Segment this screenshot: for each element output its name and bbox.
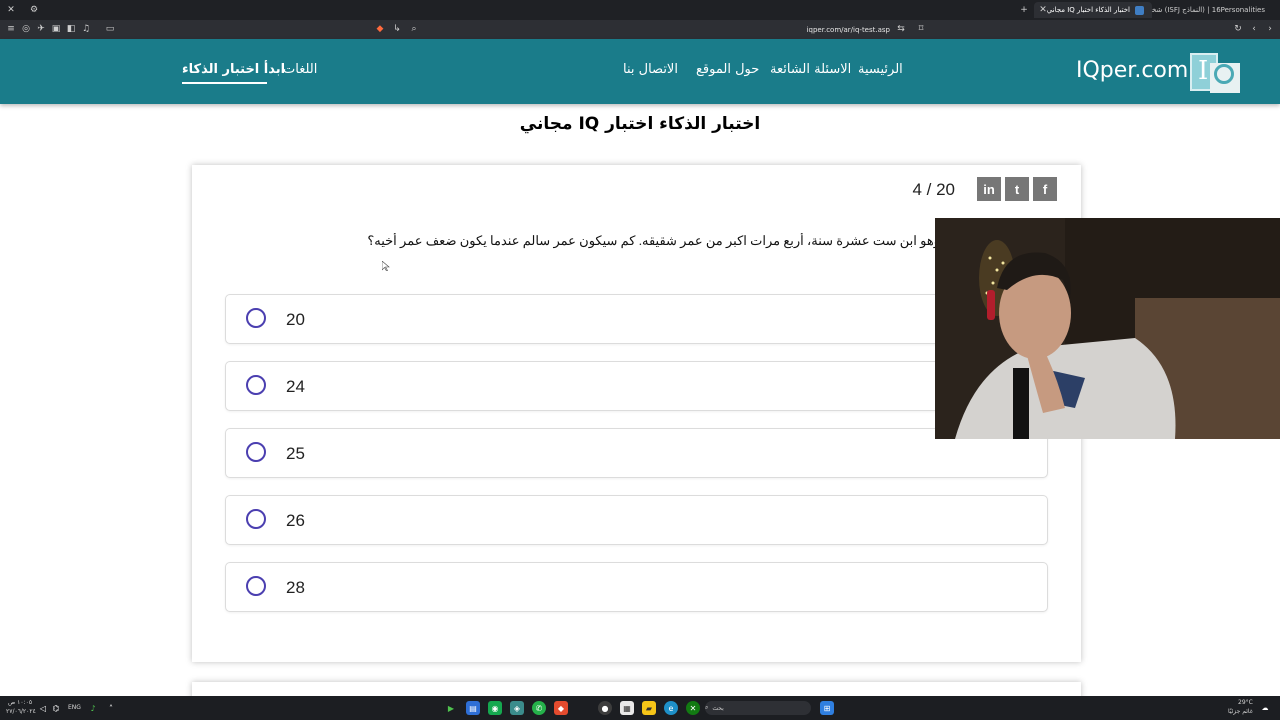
weather-icon[interactable]: ☁ (1258, 701, 1272, 715)
language-indicator[interactable]: ENG (68, 704, 81, 711)
reload-icon[interactable]: ↻ (1232, 23, 1244, 35)
wallet-icon[interactable]: ▣ (50, 23, 62, 35)
xbox-icon[interactable]: ✕ (686, 701, 700, 715)
shield-icon[interactable]: ◎ (20, 23, 32, 35)
brave-browser-icon[interactable]: ◆ (554, 701, 568, 715)
file-manager-icon[interactable]: ▤ (466, 701, 480, 715)
answer-label: 26 (286, 511, 305, 530)
chevron-up-icon[interactable]: ˄ (104, 701, 118, 715)
close-window-icon[interactable]: ✕ (4, 3, 18, 17)
active-nav-underline (182, 82, 267, 84)
obs-icon[interactable]: ● (598, 701, 612, 715)
page-title: اختبار الذكاء اختبار IQ مجاني (519, 114, 761, 134)
mic-icon[interactable]: ♪ (86, 701, 100, 715)
folder-icon[interactable]: ▰ (642, 701, 656, 715)
volume-icon[interactable]: ◁ (36, 701, 50, 715)
rocket-icon[interactable]: ✈ (35, 23, 47, 35)
new-tab-button[interactable]: + (1017, 3, 1031, 17)
forward-icon[interactable]: › (1264, 23, 1276, 35)
weather-desc: غائم جزئيًا (1228, 708, 1253, 715)
site-logo-icon[interactable]: I (1190, 53, 1240, 93)
tab-16personalities[interactable]: 16Personalities | (النماذج ISFJ) شخصية (1152, 2, 1278, 18)
app-icon[interactable]: ◉ (488, 701, 502, 715)
answer-option[interactable]: 24 (225, 361, 1048, 411)
radio-button[interactable] (246, 576, 266, 596)
logo-letter: I (1198, 56, 1209, 86)
sidebar-icon[interactable]: ◧ (65, 23, 77, 35)
clock-time[interactable]: ١٠:٠٥ ص (8, 699, 32, 706)
radio-button[interactable] (246, 509, 266, 529)
window-icon[interactable]: ▭ (104, 23, 116, 35)
answer-option[interactable]: 28 (225, 562, 1048, 612)
whatsapp-icon[interactable]: ✆ (532, 701, 546, 715)
address-bar[interactable]: iqper.com/ar/iq-test.asp (370, 22, 910, 37)
site-logo-text[interactable]: IQper.com (1076, 58, 1188, 83)
windows-taskbar: ☁ 29°C غائم جزئيًا ▶ ▤ ◉ ◈ ✆ ◆ ● ▦ ▰ e ✕… (0, 696, 1280, 720)
tab-title: اختبار الذكاء اختبار IQ مجاني (1046, 6, 1130, 14)
settings-icon[interactable]: ⚙ (27, 3, 41, 17)
app-icon[interactable]: ◈ (510, 701, 524, 715)
nav-languages[interactable]: اللغات (283, 62, 317, 77)
answer-label: 25 (286, 444, 305, 463)
answer-label: 20 (286, 310, 305, 329)
nav-home[interactable]: الرئيسية (858, 62, 903, 77)
clock-date[interactable]: ٢٧/٠٦/٢٠٢٤ (6, 708, 36, 715)
answer-label: 28 (286, 578, 305, 597)
tab-title: 16Personalities | (النماذج ISFJ) شخصية (1152, 6, 1265, 14)
back-icon[interactable]: ‹ (1248, 23, 1260, 35)
facebook-share-icon[interactable]: f (1033, 177, 1057, 201)
calendar-icon[interactable]: ▦ (620, 701, 634, 715)
close-tab-icon[interactable]: ✕ (1036, 3, 1050, 17)
nav-start-test[interactable]: ابدأ اختبار الذكاء (182, 62, 285, 77)
nav-about[interactable]: حول الموقع (696, 62, 759, 77)
menu-icon[interactable]: ≡ (5, 23, 17, 35)
tab-favicon-icon (1135, 5, 1144, 15)
radio-button[interactable] (246, 308, 266, 328)
answer-option[interactable]: 26 (225, 495, 1048, 545)
search-icon: ⌕ (705, 704, 709, 711)
wifi-icon[interactable]: ⌬ (49, 701, 63, 715)
answer-option[interactable]: 25 (225, 428, 1048, 478)
linkedin-share-icon[interactable]: in (977, 177, 1001, 201)
music-icon[interactable]: ♫ (80, 23, 92, 35)
webcam-overlay (935, 218, 1280, 439)
browser-toolbar: ≡ ◎ ✈ ▣ ◧ ♫ ▭ ◆ ↳ ⌕ iqper.com/ar/iq-test… (0, 20, 1280, 39)
browser-tabstrip: ✕ ⚙ + اختبار الذكاء اختبار IQ مجاني ✕ 16… (0, 0, 1280, 20)
start-button-icon[interactable]: ⊞ (820, 701, 834, 715)
answer-option[interactable]: 20 (225, 294, 1048, 344)
webcam-feed-image (935, 218, 1280, 439)
twitter-share-icon[interactable]: t (1005, 177, 1029, 201)
question-progress: 4 / 20 (912, 180, 955, 199)
mouse-cursor-icon (382, 261, 390, 271)
nav-contact[interactable]: الاتصال بنا (623, 62, 678, 77)
nav-faq[interactable]: الاسئلة الشائعة (770, 62, 851, 77)
bookmark-icon[interactable]: ⌑ (915, 23, 927, 35)
radio-button[interactable] (246, 375, 266, 395)
weather-temp: 29°C (1238, 699, 1253, 706)
answer-label: 24 (286, 377, 305, 396)
tab-iq-test[interactable]: اختبار الذكاء اختبار IQ مجاني (1034, 2, 1152, 18)
media-player-icon[interactable]: ▶ (444, 701, 458, 715)
edge-icon[interactable]: e (664, 701, 678, 715)
translate-icon[interactable]: ⇆ (895, 23, 907, 35)
question-text: وهو ابن ست عشرة سنة، أربع مرات اكبر من ع… (367, 233, 940, 248)
taskbar-search[interactable]: بحث ⌕ (705, 701, 811, 715)
taskbar-search-text: بحث (712, 704, 724, 712)
radio-button[interactable] (246, 442, 266, 462)
